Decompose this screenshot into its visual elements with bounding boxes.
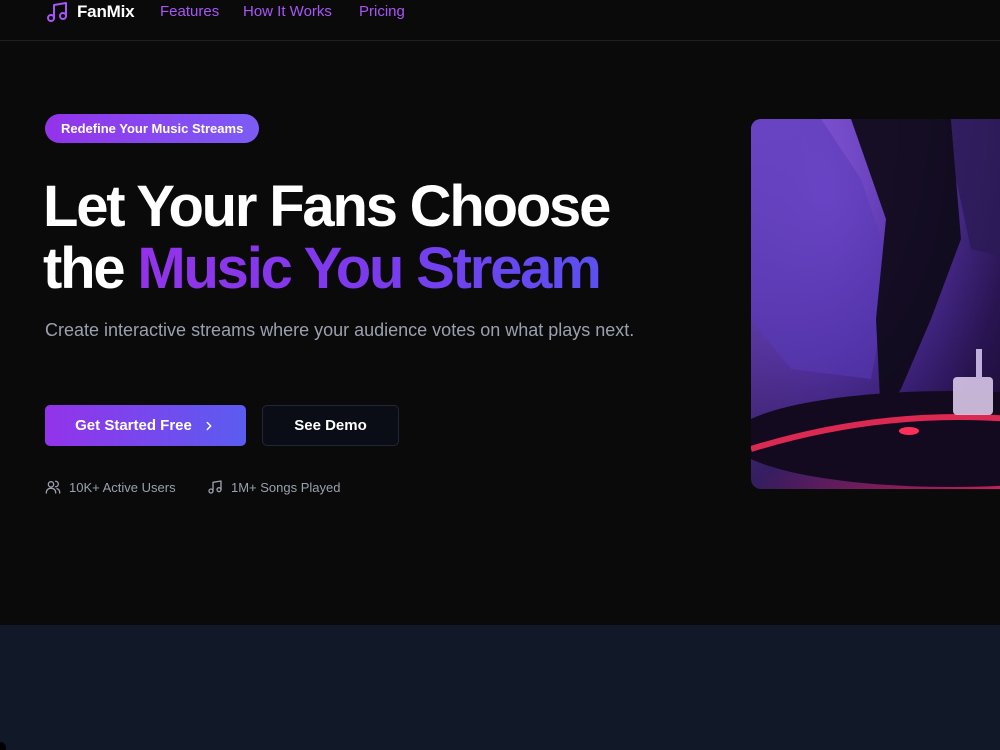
get-started-button[interactable]: Get Started Free bbox=[45, 405, 246, 446]
stat-active-users-label: 10K+ Active Users bbox=[69, 479, 176, 495]
hero-badge: Redefine Your Music Streams bbox=[45, 114, 260, 143]
stat-songs-played-label: 1M+ Songs Played bbox=[231, 479, 341, 495]
chevron-right-icon bbox=[206, 421, 212, 430]
brand-name: FanMix bbox=[77, 2, 135, 21]
hero-dj-image bbox=[751, 119, 1000, 489]
get-started-label: Get Started Free bbox=[75, 417, 192, 434]
stat-active-users: 10K+ Active Users bbox=[45, 478, 176, 496]
turntable-illustration bbox=[751, 119, 1000, 489]
hero-subtitle: Create interactive streams where your au… bbox=[45, 320, 635, 340]
stat-songs-played: 1M+ Songs Played bbox=[207, 478, 340, 496]
nav-link-pricing[interactable]: Pricing bbox=[359, 3, 405, 20]
music-note-icon bbox=[208, 480, 222, 494]
brand-logo[interactable]: FanMix bbox=[45, 0, 135, 24]
features-section bbox=[0, 625, 1000, 750]
hero-title-plain: the bbox=[43, 236, 126, 301]
hero-title-line2: the Music You Stream bbox=[43, 238, 683, 300]
music-note-icon bbox=[47, 2, 67, 22]
hero-title: Let Your Fans Choose the Music You Strea… bbox=[43, 176, 683, 300]
hero-title-line1: Let Your Fans Choose bbox=[43, 174, 611, 239]
see-demo-button[interactable]: See Demo bbox=[262, 405, 399, 446]
hero-title-highlight: Music You Stream bbox=[137, 236, 601, 301]
users-icon bbox=[45, 480, 61, 494]
nav-link-features[interactable]: Features bbox=[160, 3, 219, 20]
nav-link-how-it-works[interactable]: How It Works bbox=[243, 3, 332, 20]
top-navbar: FanMix Features How It Works Pricing bbox=[0, 0, 1000, 41]
